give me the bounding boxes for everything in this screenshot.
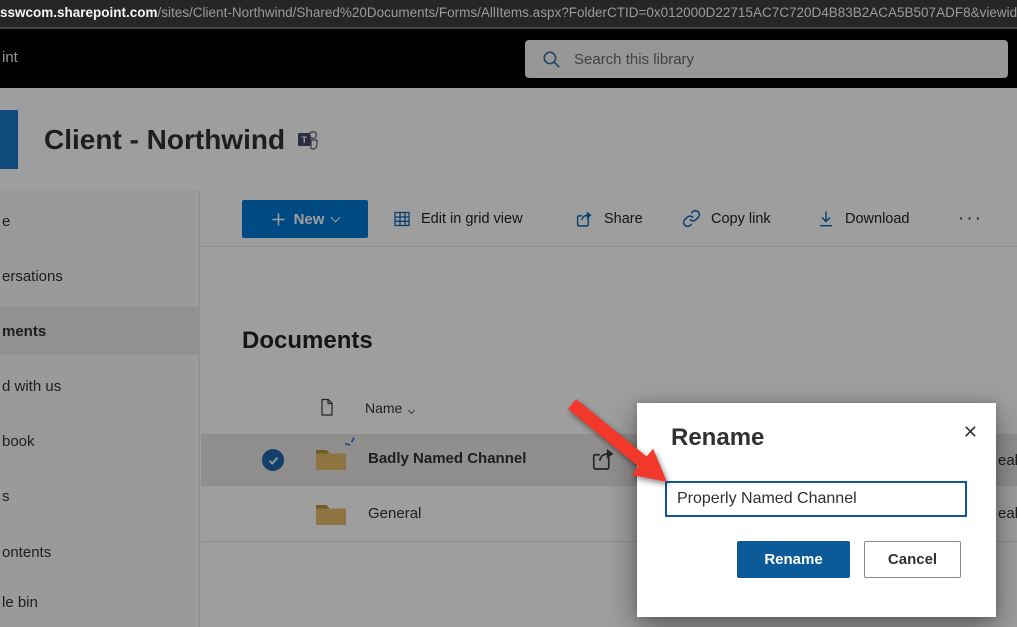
url-path: /sites/Client-Northwind/Shared%20Documen… [158, 5, 1017, 20]
cancel-button[interactable]: Cancel [864, 541, 961, 578]
browser-address-bar[interactable]: sswcom.sharepoint.com/sites/Client-North… [0, 0, 1017, 29]
rename-dialog: Rename ✕ Rename Cancel [637, 403, 996, 617]
rename-confirm-button[interactable]: Rename [737, 541, 850, 578]
screenshot-root: sswcom.sharepoint.com/sites/Client-North… [0, 0, 1017, 627]
rename-input[interactable] [665, 481, 967, 517]
close-icon[interactable]: ✕ [963, 423, 978, 441]
dialog-title: Rename [671, 424, 764, 452]
sharepoint-page: int Client - Northwind T [0, 29, 1017, 627]
url-domain: sswcom.sharepoint.com [0, 5, 158, 20]
